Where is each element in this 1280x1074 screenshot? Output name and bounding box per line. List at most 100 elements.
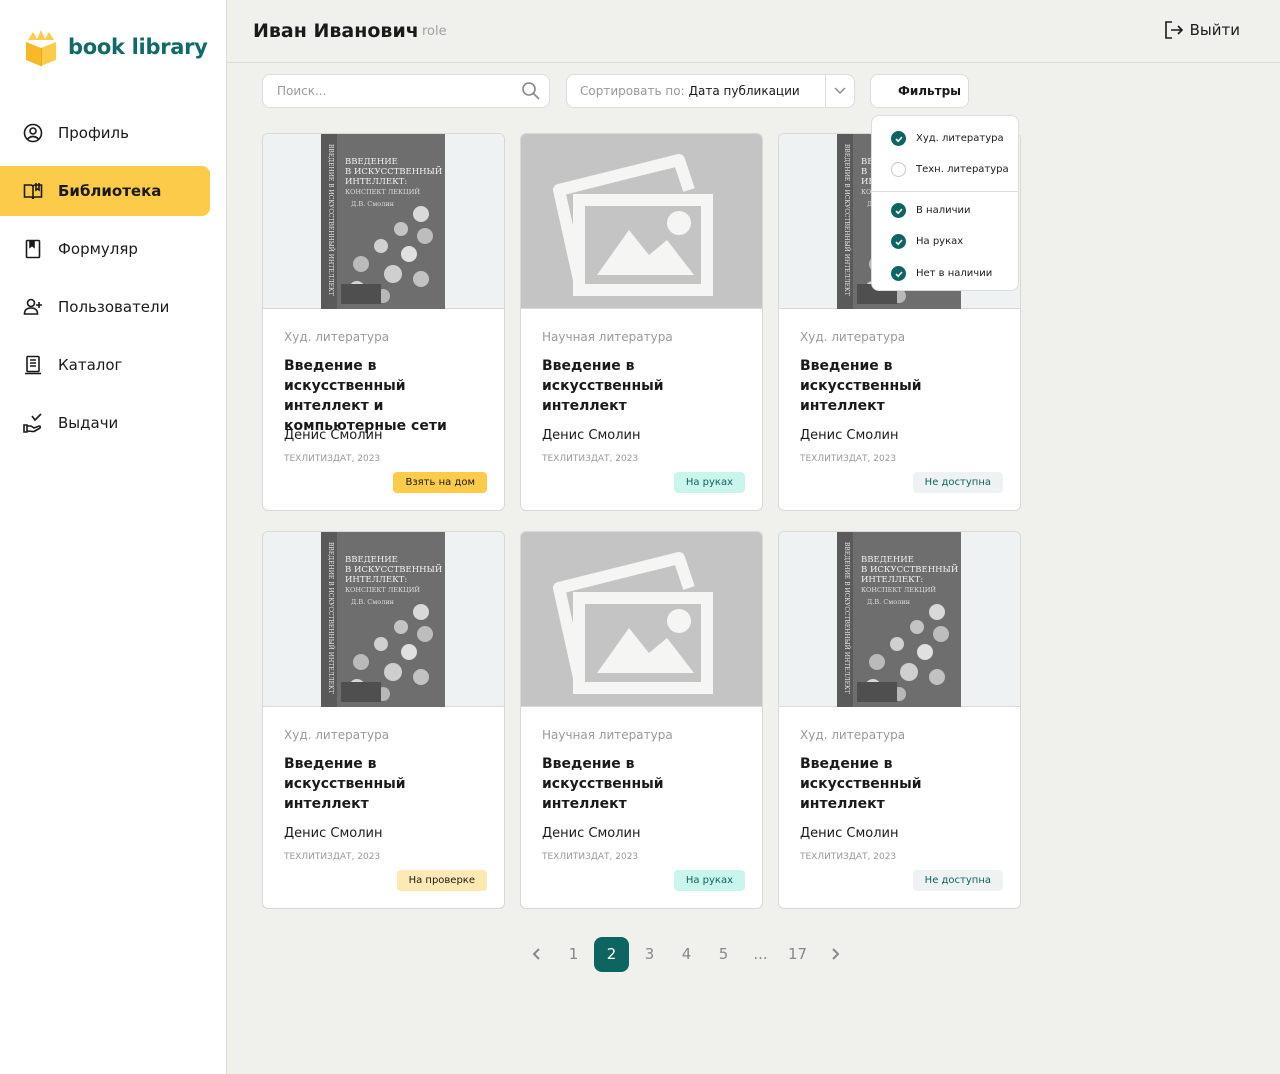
book-card[interactable]: ВВЕДЕНИЕ В ИСКУССТВЕННЫЙ ИНТЕЛЛЕКТ ВВЕДЕ…: [262, 531, 505, 909]
book-cover: ВВЕДЕНИЕ В ИСКУССТВЕННЫЙ ИНТЕЛЛЕКТ ВВЕДЕ…: [779, 532, 1020, 707]
filter-option-label: Нет в наличии: [916, 268, 993, 279]
book-spine-text: ВВЕДЕНИЕ В ИСКУССТВЕННЫЙ ИНТЕЛЛЕКТ: [327, 542, 335, 694]
page-button-current[interactable]: 2: [594, 936, 629, 972]
book-cover-image: ВВЕДЕНИЕ В ИСКУССТВЕННЫЙ ИНТЕЛЛЕКТ ВВЕДЕ…: [321, 134, 445, 309]
book-card[interactable]: ВВЕДЕНИЕ В ИСКУССТВЕННЫЙ ИНТЕЛЛЕКТ ВВЕДЕ…: [778, 531, 1021, 909]
chevron-right-icon: [831, 948, 839, 960]
sidebar-item-users[interactable]: Пользователи: [0, 282, 210, 332]
book-cover-line: В ИСКУССТВЕННЫЙ: [345, 563, 442, 575]
filter-option-on-hands[interactable]: На руках: [891, 234, 963, 249]
sidebar-item-catalog[interactable]: Каталог: [0, 340, 210, 390]
checkbox-checked[interactable]: [891, 266, 906, 281]
hand-give-icon: [22, 412, 44, 434]
book-publisher: ТЕХЛИТИЗДАТ, 2023: [800, 454, 897, 464]
book-cover-line: В ИСКУССТВЕННЫЙ: [861, 563, 958, 575]
filters-button[interactable]: Фильтры: [870, 74, 969, 108]
status-badge: Не доступна: [912, 472, 1003, 493]
filter-divider: [872, 191, 1018, 192]
image-placeholder-icon: [553, 154, 713, 296]
logo[interactable]: book library: [24, 28, 208, 66]
book-cover: [521, 134, 762, 309]
page-button[interactable]: 17: [779, 936, 816, 972]
book-card[interactable]: Научная литература Введение в искусствен…: [520, 133, 763, 511]
checkbox-checked[interactable]: [891, 131, 906, 146]
page-button[interactable]: 3: [631, 936, 668, 972]
bookmark-book-icon: [22, 238, 44, 260]
book-genre: Худ. литература: [800, 330, 906, 344]
book-genre: Худ. литература: [284, 330, 390, 344]
filter-option-label: Техн. литература: [916, 164, 1009, 175]
book-genre: Научная литература: [542, 330, 673, 344]
sidebar-nav: Профиль Библиотека Формуляр Пользователи…: [0, 100, 227, 456]
sidebar-item-library[interactable]: Библиотека: [0, 166, 210, 216]
next-page-button[interactable]: [816, 936, 853, 972]
book-spine-text: ВВЕДЕНИЕ В ИСКУССТВЕННЫЙ ИНТЕЛЛЕКТ: [843, 144, 851, 296]
book-cover-image: ВВЕДЕНИЕ В ИСКУССТВЕННЫЙ ИНТЕЛЛЕКТ ВВЕДЕ…: [837, 532, 961, 707]
book-publisher: ТЕХЛИТИЗДАТ, 2023: [284, 852, 381, 862]
chevron-down-icon[interactable]: [825, 75, 854, 107]
sort-select[interactable]: Сортировать по: Дата публикации: [566, 74, 855, 108]
book-cover-line: ВВЕДЕНИЕ: [861, 555, 914, 565]
image-placeholder-icon: [553, 552, 713, 694]
sort-value: Дата публикации: [688, 84, 800, 98]
user-circle-icon: [22, 122, 44, 144]
open-book-icon: [22, 180, 44, 202]
search-icon[interactable]: [521, 81, 541, 101]
sidebar-item-issues[interactable]: Выдачи: [0, 398, 210, 448]
status-badge: Не доступна: [912, 870, 1003, 891]
book-logo-icon: [26, 30, 56, 66]
book-spine-text: ВВЕДЕНИЕ В ИСКУССТВЕННЫЙ ИНТЕЛЛЕКТ: [327, 144, 335, 296]
sidebar-item-profile[interactable]: Профиль: [0, 108, 210, 158]
book-cover-line: КОНСПЕКТ ЛЕКЦИЙ: [345, 187, 420, 196]
book-card[interactable]: ВВЕДЕНИЕ В ИСКУССТВЕННЫЙ ИНТЕЛЛЕКТ ВВЕДЕ…: [262, 133, 505, 511]
checkbox-checked[interactable]: [891, 203, 906, 218]
page-button[interactable]: 1: [555, 936, 592, 972]
book-cover-line: ИНТЕЛЛЕКТ:: [345, 575, 407, 585]
prev-page-button[interactable]: [518, 936, 555, 972]
book-title: Введение в искусственный интеллект и ком…: [284, 358, 447, 434]
app-name: book library: [68, 35, 208, 59]
book-cover: ВВЕДЕНИЕ В ИСКУССТВЕННЫЙ ИНТЕЛЛЕКТ ВВЕДЕ…: [263, 134, 504, 309]
search-input[interactable]: [277, 75, 517, 107]
book-genre: Худ. литература: [284, 728, 390, 742]
book-cover-line: ИНТЕЛЛЕКТ:: [345, 177, 407, 187]
sidebar-item-form[interactable]: Формуляр: [0, 224, 210, 274]
search-box: [262, 74, 550, 108]
book-publisher: ТЕХЛИТИЗДАТ, 2023: [800, 852, 897, 862]
book-cover: ВВЕДЕНИЕ В ИСКУССТВЕННЫЙ ИНТЕЛЛЕКТ ВВЕДЕ…: [263, 532, 504, 707]
sidebar-item-label: Профиль: [58, 124, 129, 142]
book-cover-line: ИНТЕЛЛЕКТ:: [861, 575, 923, 585]
filter-option-unavailable[interactable]: Нет в наличии: [891, 266, 992, 281]
book-publisher: ТЕХЛИТИЗДАТ, 2023: [284, 454, 381, 464]
book-cover-line: КОНСПЕКТ ЛЕКЦИЙ: [345, 585, 420, 594]
book-publisher: ТЕХЛИТИЗДАТ, 2023: [542, 454, 639, 464]
page-button[interactable]: 5: [705, 936, 742, 972]
book-cover-line: КОНСПЕКТ ЛЕКЦИЙ: [861, 585, 936, 594]
book-author: Денис Смолин: [284, 826, 383, 841]
book-title: Введение в искусственный интеллект: [542, 358, 664, 414]
book-genre: Научная литература: [542, 728, 673, 742]
filter-option-fiction[interactable]: Худ. литература: [891, 131, 1004, 146]
borrow-button[interactable]: Взять на дом: [393, 472, 487, 493]
book-cover-author: Д.В. Смолин: [351, 598, 394, 606]
book-card[interactable]: Научная литература Введение в искусствен…: [520, 531, 763, 909]
page-button[interactable]: 4: [668, 936, 705, 972]
book-cover-author: Д.В. Смолин: [867, 598, 910, 606]
filter-option-technical[interactable]: Техн. литература: [891, 162, 1009, 177]
user-add-icon: [22, 296, 44, 318]
logout-button[interactable]: Выйти: [1164, 20, 1240, 40]
book-title: Введение в искусственный интеллект: [542, 756, 664, 812]
filter-option-label: Худ. литература: [916, 133, 1004, 144]
book-author: Денис Смолин: [542, 826, 641, 841]
book-cover-line: ВВЕДЕНИЕ: [345, 555, 398, 565]
status-badge: На руках: [673, 472, 745, 493]
filter-option-available[interactable]: В наличии: [891, 203, 971, 218]
book-genre: Худ. литература: [800, 728, 906, 742]
user-role: role: [422, 24, 447, 39]
book-author: Денис Смолин: [800, 826, 899, 841]
checkbox-checked[interactable]: [891, 234, 906, 249]
book-title: Введение в искусственный интеллект: [800, 756, 922, 812]
sort-label: Сортировать по:: [580, 84, 685, 98]
checkbox-unchecked[interactable]: [891, 162, 906, 177]
book-author: Денис Смолин: [800, 428, 899, 443]
